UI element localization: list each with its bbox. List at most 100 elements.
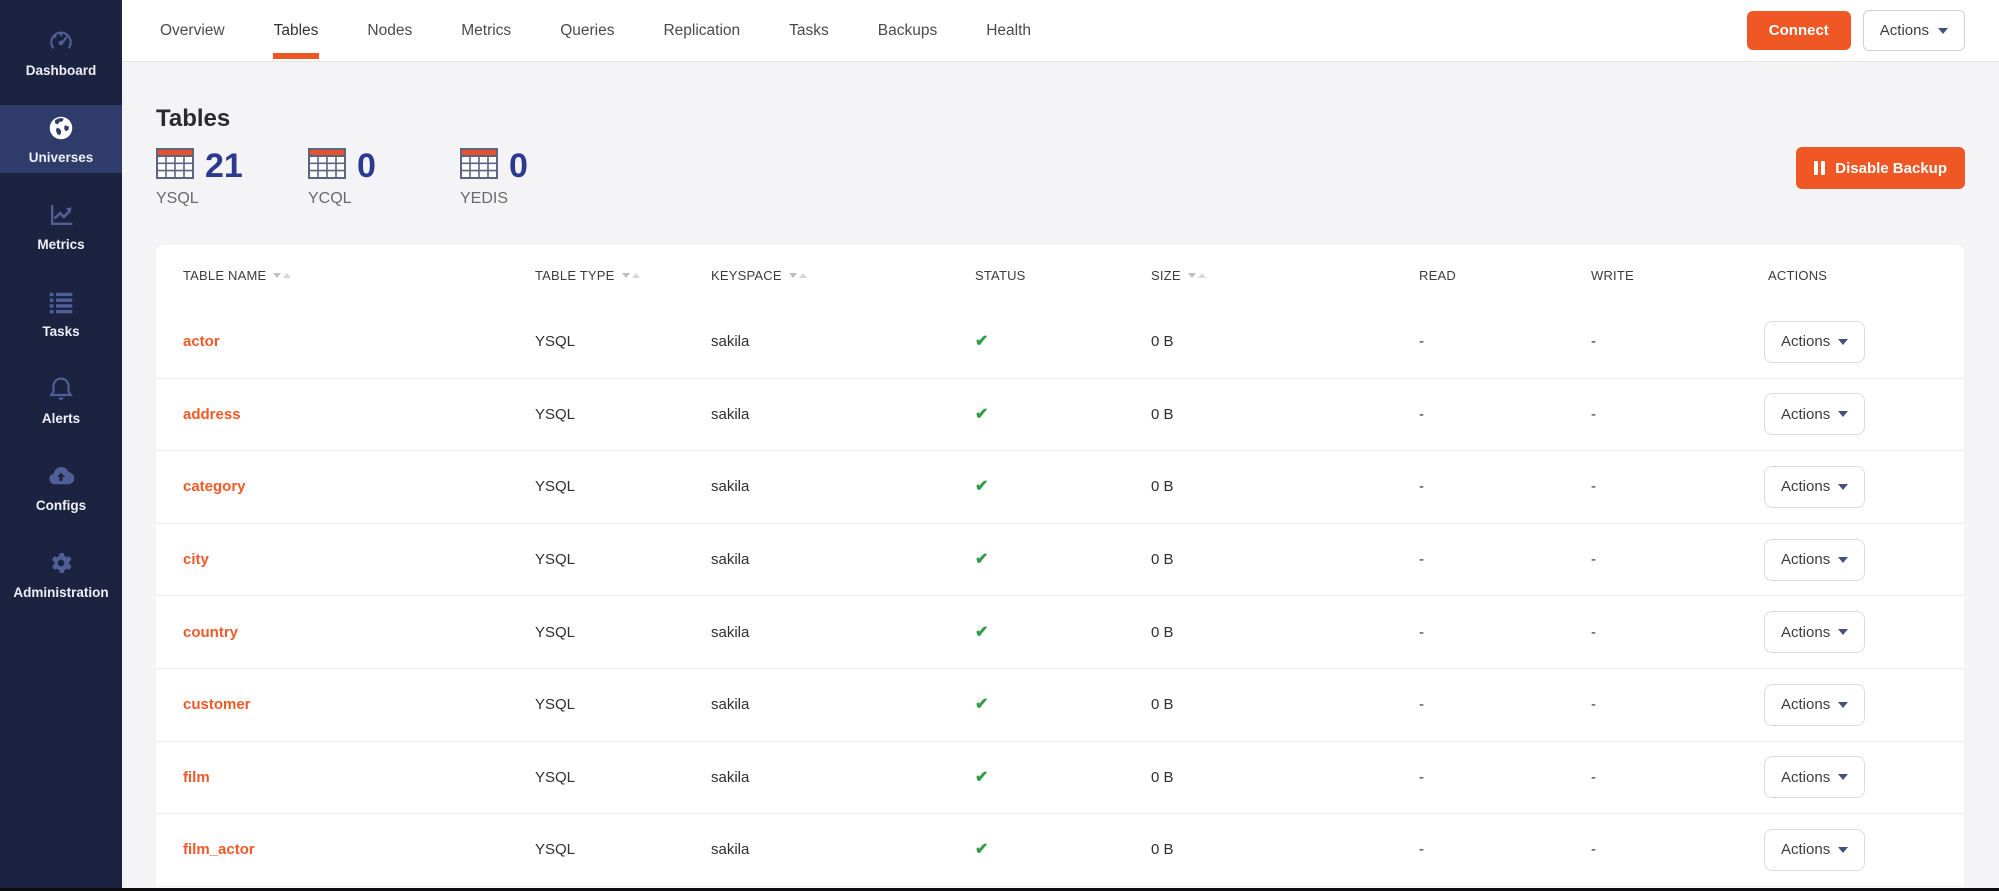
- stat-label: YSQL: [156, 190, 308, 208]
- table-name-link[interactable]: film: [183, 769, 210, 786]
- table-row: film YSQL sakila ✔ 0 B - - Actions: [156, 742, 1964, 815]
- check-icon: ✔: [975, 841, 988, 858]
- sort-icons[interactable]: [1188, 273, 1206, 278]
- tab-queries[interactable]: Queries: [560, 0, 614, 61]
- read-cell: -: [1419, 624, 1591, 641]
- sort-asc-icon: [799, 273, 807, 278]
- chevron-down-icon: [1838, 411, 1848, 417]
- table-name-link[interactable]: address: [183, 406, 241, 423]
- size-cell: 0 B: [1151, 478, 1419, 495]
- table-name-link[interactable]: city: [183, 551, 209, 568]
- size-cell: 0 B: [1151, 406, 1419, 423]
- sort-icons[interactable]: [622, 273, 640, 278]
- sidebar-item-universes[interactable]: Universes: [0, 105, 122, 173]
- size-cell: 0 B: [1151, 769, 1419, 786]
- tab-backups[interactable]: Backups: [878, 0, 937, 61]
- row-actions-button[interactable]: Actions: [1764, 466, 1865, 508]
- column-header-table-type[interactable]: TABLE TYPE: [535, 268, 711, 283]
- tab-tables[interactable]: Tables: [274, 0, 319, 61]
- table-type-cell: YSQL: [535, 478, 711, 495]
- table-name-link[interactable]: category: [183, 478, 246, 495]
- table-grid-icon: [460, 148, 498, 184]
- row-actions-button[interactable]: Actions: [1764, 611, 1865, 653]
- sidebar-item-configs[interactable]: Configs: [0, 453, 122, 521]
- row-actions-button[interactable]: Actions: [1764, 829, 1865, 871]
- cloud-upload-icon: [46, 461, 76, 491]
- app-window: Dashboard Universes Metrics: [0, 0, 1999, 891]
- pause-icon: [1814, 161, 1825, 175]
- disable-backup-button[interactable]: Disable Backup: [1796, 147, 1965, 189]
- tab-overview[interactable]: Overview: [160, 0, 225, 61]
- column-header-size[interactable]: SIZE: [1151, 268, 1419, 283]
- stat-label: YEDIS: [460, 190, 612, 208]
- sidebar-item-alerts[interactable]: Alerts: [0, 366, 122, 434]
- table-name-link[interactable]: country: [183, 624, 238, 641]
- table-name-link[interactable]: customer: [183, 696, 251, 713]
- table-row: address YSQL sakila ✔ 0 B - - Actions: [156, 379, 1964, 452]
- table-type-cell: YSQL: [535, 624, 711, 641]
- list-icon: [46, 287, 76, 317]
- tab-nodes[interactable]: Nodes: [367, 0, 412, 61]
- row-actions-button[interactable]: Actions: [1764, 321, 1865, 363]
- sort-desc-icon: [273, 273, 281, 278]
- read-cell: -: [1419, 406, 1591, 423]
- globe-icon: [46, 113, 76, 143]
- table-grid-icon: [308, 148, 346, 184]
- keyspace-cell: sakila: [711, 478, 975, 495]
- column-header-actions: ACTIONS: [1768, 268, 1964, 283]
- table-row: actor YSQL sakila ✔ 0 B - - Actions: [156, 306, 1964, 379]
- sidebar-item-tasks[interactable]: Tasks: [0, 279, 122, 347]
- table-type-cell: YSQL: [535, 841, 711, 858]
- tab-health[interactable]: Health: [986, 0, 1031, 61]
- sidebar-item-label: Dashboard: [26, 63, 97, 78]
- write-cell: -: [1591, 333, 1768, 350]
- chevron-down-icon: [1838, 557, 1848, 563]
- sidebar: Dashboard Universes Metrics: [0, 0, 122, 891]
- table-name-link[interactable]: film_actor: [183, 841, 255, 858]
- universe-actions-button[interactable]: Actions: [1863, 10, 1965, 51]
- size-cell: 0 B: [1151, 624, 1419, 641]
- tab-metrics[interactable]: Metrics: [461, 0, 511, 61]
- column-header-status: STATUS: [975, 268, 1151, 283]
- row-actions-button[interactable]: Actions: [1764, 393, 1865, 435]
- sidebar-item-dashboard[interactable]: Dashboard: [0, 18, 122, 86]
- column-header-read: READ: [1419, 268, 1591, 283]
- sidebar-item-label: Universes: [29, 150, 94, 165]
- table-name-link[interactable]: actor: [183, 333, 220, 350]
- check-icon: ✔: [975, 624, 988, 641]
- row-actions-button[interactable]: Actions: [1764, 539, 1865, 581]
- write-cell: -: [1591, 406, 1768, 423]
- stat-count: 0: [357, 148, 376, 184]
- tab-tasks[interactable]: Tasks: [789, 0, 829, 61]
- nav-buttons: Connect Actions: [1747, 10, 1965, 51]
- table-grid-icon: [156, 148, 194, 184]
- bell-icon: [46, 374, 76, 404]
- stat-label: YCQL: [308, 190, 460, 208]
- chevron-down-icon: [1838, 774, 1848, 780]
- row-actions-button[interactable]: Actions: [1764, 684, 1865, 726]
- row-actions-button[interactable]: Actions: [1764, 756, 1865, 798]
- column-header-keyspace[interactable]: KEYSPACE: [711, 268, 975, 283]
- sidebar-item-administration[interactable]: Administration: [0, 540, 122, 608]
- sidebar-item-metrics[interactable]: Metrics: [0, 192, 122, 260]
- tables-card: TABLE NAME TABLE TYPE KEYSPACE STATUS SI…: [156, 245, 1964, 888]
- check-icon: ✔: [975, 406, 988, 423]
- tab-bar: Overview Tables Nodes Metrics Queries Re…: [160, 0, 1031, 61]
- size-cell: 0 B: [1151, 551, 1419, 568]
- sort-desc-icon: [1188, 273, 1196, 278]
- check-icon: ✔: [975, 478, 988, 495]
- sort-icons[interactable]: [273, 273, 291, 278]
- sidebar-item-label: Metrics: [37, 237, 84, 252]
- connect-button[interactable]: Connect: [1747, 11, 1851, 50]
- keyspace-cell: sakila: [711, 406, 975, 423]
- stat-ysql: 21 YSQL: [156, 147, 308, 208]
- tab-replication[interactable]: Replication: [663, 0, 740, 61]
- read-cell: -: [1419, 333, 1591, 350]
- line-chart-icon: [46, 200, 76, 230]
- read-cell: -: [1419, 551, 1591, 568]
- column-header-table-name[interactable]: TABLE NAME: [183, 268, 535, 283]
- write-cell: -: [1591, 841, 1768, 858]
- size-cell: 0 B: [1151, 841, 1419, 858]
- sort-icons[interactable]: [789, 273, 807, 278]
- read-cell: -: [1419, 478, 1591, 495]
